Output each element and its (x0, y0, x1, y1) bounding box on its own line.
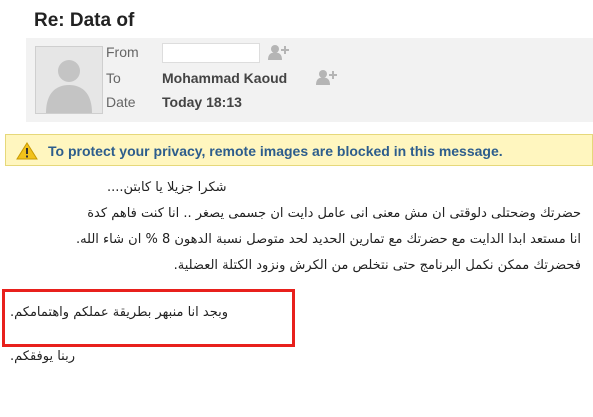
closing-line: ربنا يوفقكم. (10, 349, 75, 364)
add-contact-icon[interactable] (316, 69, 338, 89)
body-line-4: فحضرتك ممكن نكمل البرنامج حتى نتخلص من ا… (173, 258, 581, 273)
to-value[interactable]: Mohammad Kaoud (162, 70, 287, 86)
date-value: Today 18:13 (162, 94, 242, 110)
sender-avatar[interactable] (35, 46, 103, 114)
warning-icon (16, 142, 38, 164)
highlighted-line: وبجد انا منبهر بطريقة عملكم واهتمامكم. (10, 305, 229, 320)
person-silhouette-icon (46, 60, 92, 113)
body-line-3: انا مستعد ابدا الدايت مع حضرتك مع تمارين… (75, 232, 581, 247)
body-line-1: شكرا جزيلا يا كابتن.... (107, 180, 227, 195)
date-label: Date (106, 94, 136, 110)
email-subject: Re: Data of (34, 10, 135, 31)
from-label: From (106, 44, 139, 60)
privacy-notice-bar[interactable]: To protect your privacy, remote images a… (5, 134, 593, 166)
body-line-2: حضرتك وضحتلى دلوقتى ان مش معنى انى عامل … (87, 206, 581, 221)
privacy-notice-text: To protect your privacy, remote images a… (48, 143, 503, 159)
to-label: To (106, 70, 121, 86)
from-field[interactable] (162, 43, 260, 63)
add-contact-icon[interactable] (268, 44, 290, 64)
